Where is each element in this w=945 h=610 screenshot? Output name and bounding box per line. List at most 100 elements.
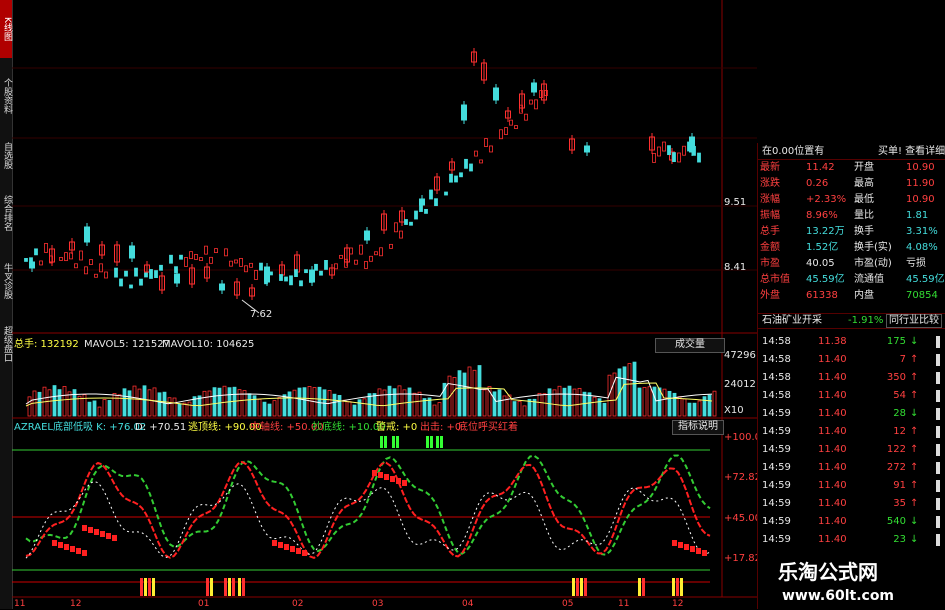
- tab-kline[interactable]: K线图: [0, 0, 12, 58]
- candle-body: [244, 265, 248, 273]
- tick-volume: 28: [893, 408, 906, 419]
- buy-zone-block: [284, 544, 289, 550]
- sector-change: -1.91%: [848, 315, 884, 326]
- volume-bar: [677, 396, 682, 417]
- tab-super-panel[interactable]: 超级盘口: [0, 318, 12, 370]
- volume-bar: [417, 391, 422, 417]
- volume-axis-label: 24012: [724, 379, 756, 390]
- arrow-up-icon: ↑: [910, 498, 919, 509]
- quote-row: 涨幅 +2.33% 最低 10.90: [758, 193, 945, 207]
- candle-body: [139, 278, 143, 286]
- tick-bar: [936, 426, 940, 438]
- candle-body: [682, 145, 686, 156]
- bottom-signal-bar: [140, 578, 143, 596]
- indicator-help-button[interactable]: 指标说明: [672, 420, 724, 435]
- volume-bar: [672, 392, 677, 417]
- order-detail-link[interactable]: 买单! 查看详细: [878, 145, 945, 159]
- kline-chart[interactable]: [12, 0, 757, 609]
- order-position-text: 在0.00位置有: [762, 146, 825, 157]
- tab-stock-info[interactable]: 个股资料: [0, 70, 12, 122]
- candle-body: [354, 259, 358, 265]
- tick-price: 11.40: [818, 444, 847, 455]
- candle-body: [169, 254, 173, 264]
- candle-body: [662, 141, 666, 152]
- volume-bar: [542, 393, 547, 417]
- quote-label: 涨幅: [760, 194, 780, 205]
- tick-volume: 272: [886, 462, 906, 473]
- volume-bar: [687, 402, 692, 417]
- tick-price: 11.40: [818, 426, 847, 437]
- arrow-down-icon: ↓: [910, 534, 919, 545]
- volume-bar: [302, 387, 307, 417]
- candle-body: [89, 259, 93, 265]
- quote-value: 3.31%: [906, 226, 938, 237]
- arrow-up-icon: ↑: [910, 372, 919, 383]
- tick-row: 14:58 11.40 54 ↑: [758, 387, 945, 405]
- buy-zone-block: [106, 533, 111, 539]
- volume-bar: [562, 387, 567, 417]
- indicator-axis-label: +100.0: [724, 432, 762, 443]
- volume-bar: [212, 387, 217, 417]
- buy-zone-block: [70, 546, 75, 552]
- arrow-up-icon: ↑: [910, 444, 919, 455]
- volume-bar: [647, 386, 652, 417]
- tab-watchlist[interactable]: 自选股: [0, 135, 12, 175]
- quote-value: 亏损: [906, 258, 926, 269]
- sector-name[interactable]: 石油矿业开采: [762, 314, 822, 328]
- candle-body: [419, 205, 423, 212]
- bottom-signal-bar: [672, 578, 675, 596]
- candle-body: [304, 269, 308, 274]
- buy-zone-block: [76, 548, 81, 554]
- quote-label: 换手(实): [854, 242, 892, 253]
- volume-bar: [522, 405, 527, 417]
- candle-body: [144, 272, 148, 278]
- volume-bar: [112, 393, 117, 417]
- volume-bar: [557, 385, 562, 417]
- tick-row: 14:59 11.40 12 ↑: [758, 423, 945, 441]
- candle-body: [129, 245, 135, 259]
- volume-bar: [577, 387, 582, 417]
- volume-bar: [452, 377, 457, 417]
- quote-row: 总市值 45.59亿 流通值 45.59亿: [758, 273, 945, 287]
- candle-body: [74, 263, 78, 269]
- arrow-up-icon: ↑: [910, 480, 919, 491]
- tick-bar: [936, 336, 940, 348]
- candle-body: [239, 257, 243, 267]
- volume-bar: [157, 392, 162, 417]
- tick-price: 11.38: [818, 336, 847, 347]
- tick-price: 11.40: [818, 498, 847, 509]
- volume-bar: [697, 400, 702, 417]
- candle-body: [159, 264, 163, 271]
- bottom-signal-bar: [144, 578, 147, 596]
- volume-indicator-dropdown[interactable]: 成交量: [655, 338, 725, 353]
- alert-signal-bar: [430, 436, 433, 448]
- candle-body: [374, 251, 378, 256]
- volume-bar: [97, 406, 102, 417]
- candle-body: [524, 113, 528, 121]
- tick-time: 14:59: [762, 426, 791, 437]
- quote-value: +2.33%: [806, 194, 847, 205]
- tab-ranking[interactable]: 综合排名: [0, 187, 12, 239]
- x-axis-tick: 04: [462, 599, 474, 609]
- indicator-bottom-label: 抄底线: +10.00: [312, 422, 386, 433]
- quote-label: 最低: [854, 194, 874, 205]
- buy-zone-block: [702, 550, 707, 556]
- candle-body: [449, 173, 453, 183]
- bottom-signal-bar: [580, 578, 583, 596]
- bottom-signal-bar: [238, 578, 241, 596]
- indicator-name-label: AZRAEL底部低吸 K: +76.02: [14, 422, 147, 433]
- bottom-signal-bar: [242, 578, 245, 596]
- volume-bar: [437, 402, 442, 417]
- tick-bar: [936, 354, 940, 366]
- candle-body: [189, 251, 193, 260]
- volume-bar: [702, 396, 707, 417]
- tab-diagnosis[interactable]: 牛叉诊股: [0, 255, 12, 307]
- buy-zone-block: [296, 548, 301, 554]
- alert-signal-bar: [396, 436, 399, 448]
- volume-bar: [572, 388, 577, 417]
- volume-bar: [152, 387, 157, 417]
- low-price-marker: 7.62: [250, 309, 273, 320]
- buy-zone-block: [390, 476, 395, 482]
- sector-compare-button[interactable]: 同行业比较: [886, 314, 942, 328]
- volume-bar: [267, 403, 272, 417]
